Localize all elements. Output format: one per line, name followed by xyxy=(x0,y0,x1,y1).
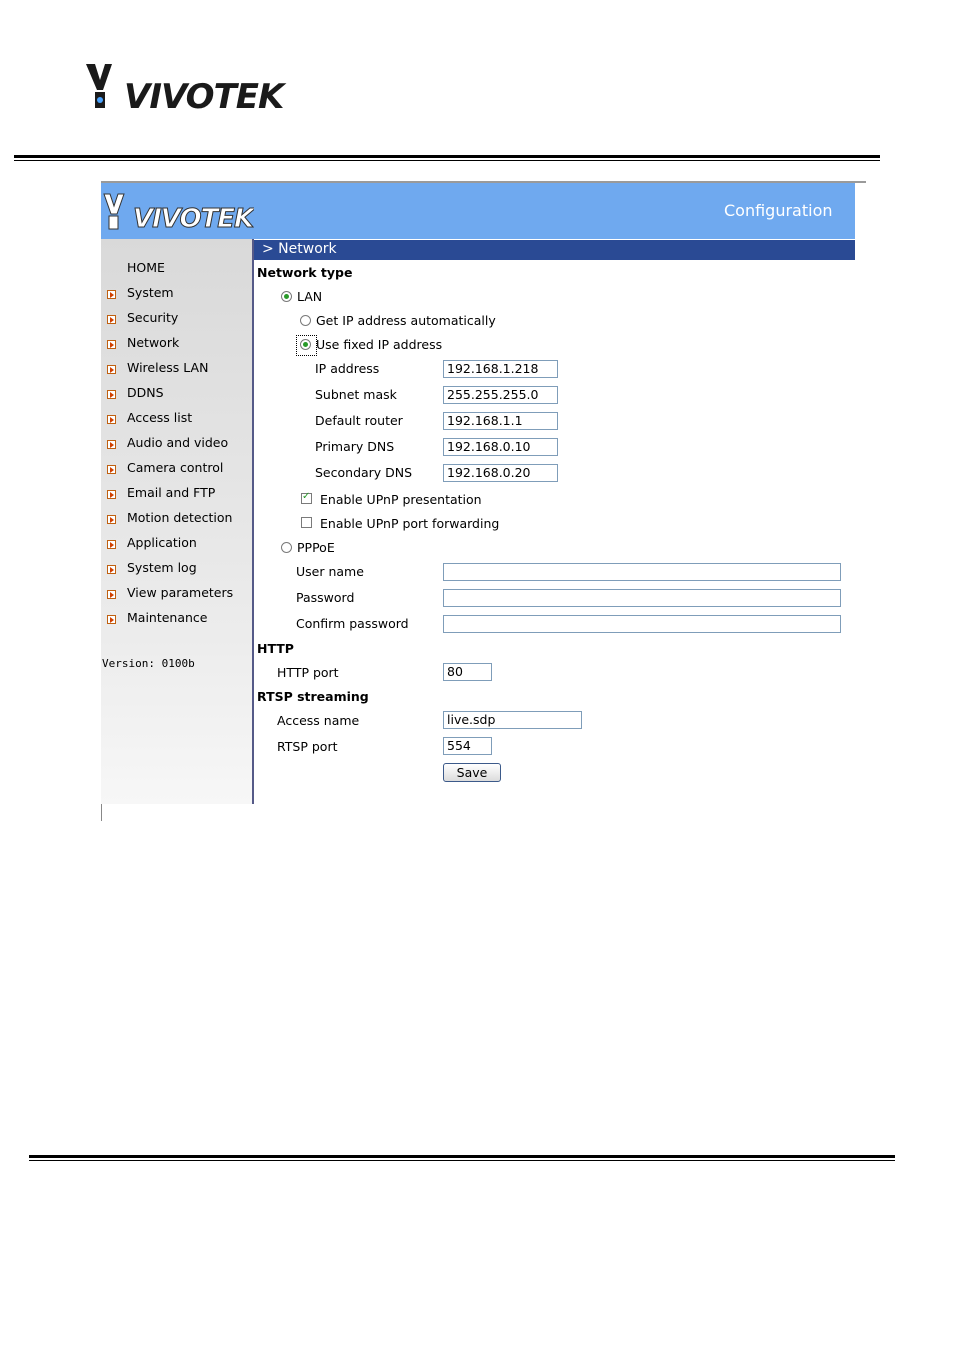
pppoe-label: PPPoE xyxy=(297,540,335,555)
arrow-right-icon xyxy=(107,515,116,524)
sidebar-item-wireless-lan[interactable]: Wireless LAN xyxy=(101,358,253,378)
header-vivotek-logo: VIVOTEK xyxy=(103,193,254,234)
password-input[interactable] xyxy=(443,589,841,607)
rtsp-heading: RTSP streaming xyxy=(257,689,369,704)
sidebar-item-label: DDNS xyxy=(127,385,164,400)
fixed-ip-label: Use fixed IP address xyxy=(316,337,443,352)
default-router-label: Default router xyxy=(315,413,403,428)
subnet-mask-input[interactable]: 255.255.255.0 xyxy=(443,386,558,404)
sidebar-item-label: Audio and video xyxy=(127,435,229,450)
sidebar-item-network[interactable]: Network xyxy=(101,333,253,353)
sidebar-item-label: Wireless LAN xyxy=(127,360,209,375)
sidebar-item-system[interactable]: System xyxy=(101,283,253,303)
auto-ip-label: Get IP address automatically xyxy=(316,313,496,328)
upnp-presentation-label: Enable UPnP presentation xyxy=(320,492,482,507)
arrow-right-icon xyxy=(107,315,116,324)
sidebar-item-home[interactable]: HOME xyxy=(101,258,253,278)
subnet-mask-label: Subnet mask xyxy=(315,387,397,402)
sidebar-item-label: System log xyxy=(127,560,197,575)
top-divider xyxy=(14,155,880,161)
vivotek-logo: VIVOTEK xyxy=(86,64,288,114)
sidebar-item-email-ftp[interactable]: Email and FTP xyxy=(101,483,253,503)
breadcrumb-text: > Network xyxy=(262,241,337,257)
sidebar-item-label: Application xyxy=(127,535,197,550)
arrow-right-icon xyxy=(107,465,116,474)
arrow-right-icon xyxy=(107,390,116,399)
sidebar-item-label: System xyxy=(127,285,174,300)
sidebar-divider xyxy=(252,239,254,804)
fixed-ip-radio[interactable] xyxy=(300,339,311,350)
version-label: Version: 0100b xyxy=(102,657,195,670)
http-port-input[interactable]: 80 xyxy=(443,663,492,681)
user-name-label: User name xyxy=(296,564,364,579)
header-brand-text: VIVOTEK xyxy=(133,204,254,234)
breadcrumb: > Network xyxy=(254,240,855,260)
sidebar-item-security[interactable]: Security xyxy=(101,308,253,328)
rtsp-port-input[interactable]: 554 xyxy=(443,737,492,755)
ip-address-label: IP address xyxy=(315,361,380,376)
network-type-heading: Network type xyxy=(257,265,353,280)
sidebar-item-label: View parameters xyxy=(127,585,234,600)
secondary-dns-input[interactable]: 192.168.0.20 xyxy=(443,464,558,482)
http-heading: HTTP xyxy=(257,641,294,656)
sidebar-item-maintenance[interactable]: Maintenance xyxy=(101,608,253,628)
sidebar-item-label: HOME xyxy=(127,260,165,275)
arrow-right-icon xyxy=(107,340,116,349)
access-name-label: Access name xyxy=(277,713,360,728)
sidebar-item-label: Camera control xyxy=(127,460,224,475)
sidebar-item-label: Access list xyxy=(127,410,193,425)
bottom-divider xyxy=(29,1155,895,1161)
default-router-input[interactable]: 192.168.1.1 xyxy=(443,412,558,430)
arrow-right-icon xyxy=(107,440,116,449)
sidebar-item-access-list[interactable]: Access list xyxy=(101,408,253,428)
confirm-password-label: Confirm password xyxy=(296,616,409,631)
sidebar-item-audio-video[interactable]: Audio and video xyxy=(101,433,253,453)
sidebar-item-motion-detection[interactable]: Motion detection xyxy=(101,508,253,528)
access-name-input[interactable]: live.sdp xyxy=(443,711,582,729)
secondary-dns-label: Secondary DNS xyxy=(315,465,413,480)
primary-dns-input[interactable]: 192.168.0.10 xyxy=(443,438,558,456)
arrow-right-icon xyxy=(107,365,116,374)
arrow-right-icon xyxy=(107,615,116,624)
page-title: Configuration xyxy=(724,201,833,220)
arrow-right-icon xyxy=(107,590,116,599)
sidebar-item-label: Maintenance xyxy=(127,610,208,625)
arrow-right-icon xyxy=(107,565,116,574)
ip-address-input[interactable]: 192.168.1.218 xyxy=(443,360,558,378)
pppoe-radio[interactable] xyxy=(281,542,292,553)
sidebar: HOME System Security Network Wireless LA… xyxy=(101,239,253,804)
sidebar-item-camera-control[interactable]: Camera control xyxy=(101,458,253,478)
user-name-input[interactable] xyxy=(443,563,841,581)
rtsp-port-label: RTSP port xyxy=(277,739,338,754)
password-label: Password xyxy=(296,590,355,605)
http-port-label: HTTP port xyxy=(277,665,339,680)
arrow-right-icon xyxy=(107,540,116,549)
primary-dns-label: Primary DNS xyxy=(315,439,395,454)
lan-radio[interactable] xyxy=(281,291,292,302)
lan-label: LAN xyxy=(297,289,323,304)
sidebar-item-ddns[interactable]: DDNS xyxy=(101,383,253,403)
sidebar-item-application[interactable]: Application xyxy=(101,533,253,553)
upnp-presentation-checkbox[interactable] xyxy=(301,491,312,504)
arrow-right-icon xyxy=(107,415,116,424)
sidebar-item-view-parameters[interactable]: View parameters xyxy=(101,583,253,603)
sidebar-item-system-log[interactable]: System log xyxy=(101,558,253,578)
sidebar-item-label: Security xyxy=(127,310,179,325)
confirm-password-input[interactable] xyxy=(443,615,841,633)
sidebar-item-label: Email and FTP xyxy=(127,485,216,500)
sidebar-item-label: Network xyxy=(127,335,180,350)
auto-ip-radio[interactable] xyxy=(300,315,311,326)
upnp-forwarding-label: Enable UPnP port forwarding xyxy=(320,516,500,531)
save-button[interactable]: Save xyxy=(443,763,501,782)
sidebar-item-label: Motion detection xyxy=(127,510,233,525)
arrow-right-icon xyxy=(107,490,116,499)
upnp-forwarding-checkbox[interactable] xyxy=(301,517,312,528)
brand-text: VIVOTEK xyxy=(124,77,287,114)
arrow-right-icon xyxy=(107,290,116,299)
